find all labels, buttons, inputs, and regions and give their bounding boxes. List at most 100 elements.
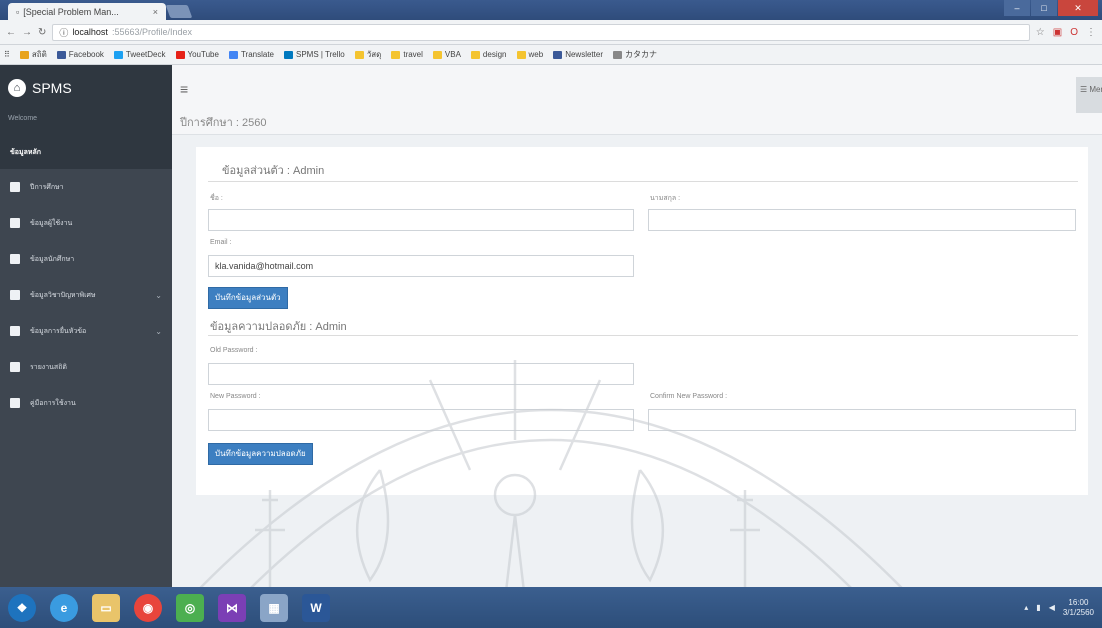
tab-close-icon[interactable]: × [153, 7, 158, 17]
top-bar: ≡ ปีการศึกษา : 2560 ☰ Menu [172, 65, 1102, 135]
email-label: Email : [210, 239, 232, 246]
bookmark-item[interactable]: วัสดุ [354, 48, 382, 61]
extension-icon[interactable]: ▣ [1053, 27, 1062, 38]
ie-icon[interactable]: e [50, 593, 78, 622]
sidebar-item[interactable]: ข้อมูลผู้ใช้งาน [0, 205, 172, 241]
bookmark-icon [516, 50, 526, 59]
sidebar-item[interactable]: ข้อมูลการยื่นหัวข้อ ⌄ [0, 313, 172, 349]
bookmark-icon [354, 50, 364, 59]
file-explorer-icon[interactable]: ▭ [92, 593, 120, 622]
bookmark-icon [391, 50, 401, 59]
reload-icon[interactable]: ↻ [38, 27, 46, 38]
bookmark-item[interactable]: カタカナ [612, 49, 657, 60]
first-name-label: ชื่อ : [210, 195, 223, 202]
browser-tab-bar: ▫ [Special Problem Man... × – □ ✕ [0, 0, 1102, 20]
bookmark-label: Newsletter [565, 50, 603, 59]
sidebar-item[interactable]: คู่มือการใช้งาน [0, 385, 172, 421]
bookmark-item[interactable]: SPMS | Trello [284, 50, 345, 59]
save-password-button[interactable]: บันทึกข้อมูลความปลอดภัย [208, 443, 313, 465]
browser-tab[interactable]: ▫ [Special Problem Man... × [8, 3, 166, 20]
star-icon[interactable]: ☆ [1036, 27, 1045, 38]
bookmark-item[interactable]: design [470, 50, 507, 59]
chrome-icon[interactable]: ◉ [134, 593, 162, 622]
bookmark-item[interactable]: VBA [432, 50, 461, 59]
word-icon[interactable]: W [302, 593, 330, 622]
visual-studio-icon[interactable]: ⋈ [218, 593, 246, 622]
main-content: ≡ ปีการศึกษา : 2560 ☰ Menu ข้อมูลส่วนตัว… [172, 65, 1102, 587]
first-name-input[interactable] [208, 209, 634, 231]
bookmarks-bar: ⠿ สถิติ Facebook TweetDeck YouTube Translate… [0, 45, 1102, 65]
bookmark-label: วัสดุ [366, 50, 382, 59]
bookmark-label: VBA [444, 50, 461, 59]
brand-name[interactable]: SPMS [32, 80, 72, 96]
bookmark-item[interactable]: YouTube [175, 50, 219, 59]
sidebar-item[interactable]: ข้อมูลนักศึกษา [0, 241, 172, 277]
tray-arrow-icon[interactable]: ▴ [1024, 603, 1028, 612]
bookmark-icon [19, 50, 29, 59]
new-password-label: New Password : [210, 393, 261, 400]
bookmark-icon [470, 50, 480, 59]
bookmark-icon [553, 50, 563, 59]
last-name-label: นามสกุล : [650, 195, 681, 202]
sidebar-item-label: คู่มือการใช้งาน [30, 399, 76, 407]
settings-icon[interactable]: ⋮ [1086, 27, 1096, 38]
bookmark-label: travel [403, 50, 423, 59]
password-section-title: ข้อมูลความปลอดภัย : Admin [210, 321, 347, 333]
new-password-input[interactable] [208, 409, 634, 431]
bookmark-item[interactable]: สถิติ [19, 48, 47, 61]
old-password-input[interactable] [208, 363, 634, 385]
sidebar-item[interactable]: รายงานสถิติ [0, 349, 172, 385]
bookmark-item[interactable]: Facebook [56, 50, 104, 59]
forward-icon[interactable]: → [22, 27, 32, 38]
bookmark-label: Translate [240, 50, 274, 59]
network-icon[interactable]: ▮ [1036, 603, 1040, 612]
bookmark-item[interactable]: Newsletter [553, 50, 603, 59]
sidebar-item-label: ปีการศึกษา [30, 183, 64, 191]
tab-title: [Special Problem Man... [23, 6, 119, 17]
menu-button[interactable]: ☰ Menu [1076, 77, 1102, 113]
bookmark-icon [432, 50, 442, 59]
new-tab-button[interactable] [165, 5, 193, 18]
save-profile-button[interactable]: บันทึกข้อมูลส่วนตัว [208, 287, 288, 309]
opera-icon[interactable]: O [1070, 27, 1078, 38]
minimize-button[interactable]: – [1004, 0, 1030, 16]
sidebar-item[interactable]: ข้อมูลวิชาปัญหาพิเศษ ⌄ [0, 277, 172, 313]
bookmark-label: カタカナ [624, 50, 657, 59]
window-thumb-icon[interactable]: ▦ [260, 593, 288, 622]
address-bar[interactable]: ⓘ localhost:55663/Profile/Index [52, 23, 1030, 41]
divider [208, 181, 1078, 182]
bookmark-icon [228, 50, 238, 59]
confirm-password-input[interactable] [648, 409, 1076, 431]
sidebar-item-label: ข้อมูลนักศึกษา [30, 255, 75, 263]
bookmark-item[interactable]: web [516, 50, 543, 59]
sidebar-item[interactable]: ปีการศึกษา [0, 169, 172, 205]
bookmark-label: design [482, 50, 507, 59]
divider [208, 335, 1078, 336]
confirm-password-label: Confirm New Password : [650, 393, 728, 400]
clock[interactable]: 16:00 3/1/2560 [1063, 598, 1094, 618]
bookmark-item[interactable]: Translate [228, 50, 274, 59]
volume-icon[interactable]: ◀ [1049, 603, 1055, 612]
back-icon[interactable]: ← [6, 27, 16, 38]
clock-time: 16:00 [1068, 597, 1089, 607]
line-icon[interactable]: ◎ [176, 593, 204, 622]
maximize-button[interactable]: □ [1031, 0, 1057, 16]
last-name-input[interactable] [648, 209, 1076, 231]
hamburger-icon[interactable]: ≡ [180, 81, 188, 97]
sidebar-item-label: ข้อมูลการยื่นหัวข้อ [30, 327, 87, 335]
sidebar-item-label: ข้อมูลผู้ใช้งาน [30, 219, 73, 227]
sidebar-section-title: ข้อมูลหลัก [0, 135, 172, 169]
bookmark-icon [284, 50, 293, 59]
start-button[interactable]: ❖ [8, 593, 36, 622]
sidebar-menu: ปีการศึกษาข้อมูลผู้ใช้งานข้อมูลนักศึกษาข… [0, 169, 172, 421]
apps-icon[interactable]: ⠿ [4, 50, 10, 59]
clock-date: 3/1/2560 [1062, 607, 1094, 617]
menu-icon [10, 362, 20, 372]
bookmark-item[interactable]: TweetDeck [113, 50, 166, 59]
close-window-button[interactable]: ✕ [1058, 0, 1098, 16]
window-controls: – □ ✕ [1004, 0, 1098, 18]
bookmark-label: สถิติ [31, 50, 47, 59]
home-icon[interactable]: ⌂ [8, 79, 26, 97]
email-input[interactable] [208, 255, 634, 277]
bookmark-item[interactable]: travel [391, 50, 423, 59]
